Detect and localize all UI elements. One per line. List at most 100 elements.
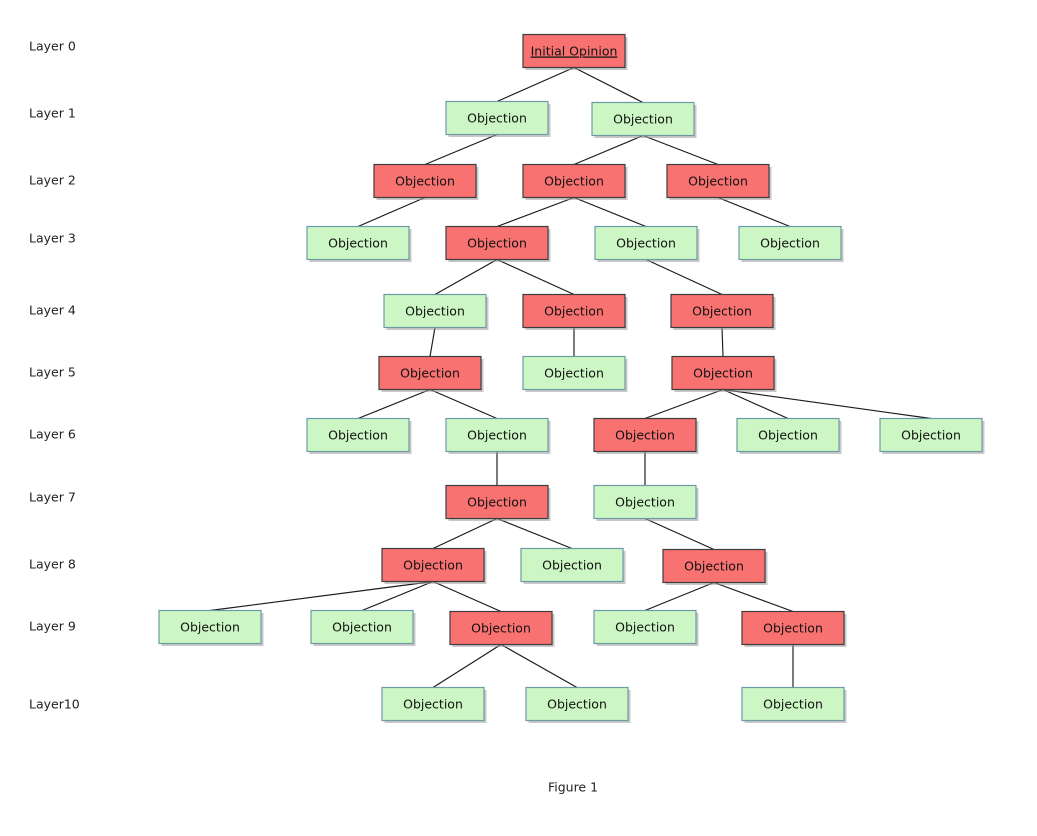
tree-edge [432, 644, 502, 688]
objection-node[interactable]: Objection [741, 610, 847, 648]
node-label: Objection [613, 112, 673, 127]
node-label: Objection [542, 558, 602, 573]
tree-edge [496, 66, 575, 103]
node-label: Objection [332, 620, 392, 635]
node-label: Objection [547, 697, 607, 712]
objection-node[interactable]: Objection [445, 225, 551, 263]
objection-node[interactable]: Objection [593, 417, 699, 455]
node-label: Objection [763, 697, 823, 712]
nodes-group: Initial Opinion Objection Objection Objecti… [158, 33, 985, 724]
objection-node[interactable]: Objection [522, 293, 628, 331]
tree-edge [434, 258, 498, 296]
objection-node[interactable]: Objection [666, 163, 772, 201]
node-label: Objection [901, 428, 961, 443]
node-label: Objection [467, 236, 527, 251]
node-label: Objection [400, 366, 460, 381]
objection-node[interactable]: Objection [449, 610, 555, 648]
objection-node[interactable]: Objection [670, 293, 776, 331]
objection-tree-diagram: Initial Opinion Objection Objection Objecti… [29, 33, 985, 795]
node-label: Objection [467, 495, 527, 510]
layer-labels-group: Layer 0 Layer 1 Layer 2 Layer 3 Layer 4 Layer… [29, 39, 80, 712]
node-label: Objection [180, 620, 240, 635]
node-label: Objection [405, 304, 465, 319]
objection-node[interactable]: Objection [520, 547, 626, 585]
objection-node[interactable]: Objection [373, 163, 479, 201]
objection-node[interactable]: Objection [522, 355, 628, 393]
layer-label-layer-0: Layer 0 [29, 39, 76, 54]
tree-edge [496, 517, 573, 550]
node-label: Objection [471, 621, 531, 636]
layer-label-layer-10: Layer10 [29, 697, 80, 712]
node-label: Objection [616, 236, 676, 251]
node-label: Objection [615, 620, 675, 635]
tree-edge [721, 327, 724, 357]
layer-label-layer-2: Layer 2 [29, 173, 76, 188]
tree-edge [357, 388, 431, 420]
objection-node[interactable]: Objection [306, 225, 412, 263]
initial-opinion-node[interactable]: Initial Opinion [522, 33, 628, 71]
node-label: Objection [328, 428, 388, 443]
tree-edge [644, 581, 715, 612]
node-label: Objection [395, 174, 455, 189]
layer-label-layer-6: Layer 6 [29, 427, 76, 442]
node-label: Objection [467, 111, 527, 126]
objection-node[interactable]: Objection [522, 163, 628, 201]
tree-edge [432, 580, 502, 613]
node-label: Objection [758, 428, 818, 443]
objection-node[interactable]: Objection [445, 100, 551, 138]
tree-edge [424, 133, 498, 166]
objection-node[interactable]: Objection [306, 417, 412, 455]
tree-edge [432, 517, 498, 550]
objection-node[interactable]: Objection [381, 547, 487, 585]
node-label: Objection [615, 428, 675, 443]
node-label: Objection [403, 558, 463, 573]
node-label: Objection [688, 174, 748, 189]
objection-node[interactable]: Objection [525, 686, 631, 724]
objection-node[interactable]: Objection [738, 225, 844, 263]
tree-edge [496, 196, 575, 228]
objection-node[interactable]: Objection [879, 417, 985, 455]
tree-edge [429, 327, 436, 357]
objection-node[interactable]: Objection [671, 355, 777, 393]
layer-label-layer-4: Layer 4 [29, 303, 76, 318]
node-label: Objection [467, 428, 527, 443]
node-label: Objection [544, 304, 604, 319]
tree-edge [209, 580, 434, 612]
objection-node[interactable]: Objection [383, 293, 489, 331]
objection-node[interactable]: Objection [662, 548, 768, 586]
layer-label-layer-8: Layer 8 [29, 557, 76, 572]
node-label: Objection [684, 559, 744, 574]
figure-caption: Figure 1 [548, 780, 598, 795]
objection-node[interactable]: Objection [736, 417, 842, 455]
node-label: Objection [328, 236, 388, 251]
objection-node[interactable]: Objection [158, 609, 264, 647]
objection-node[interactable]: Objection [591, 101, 697, 139]
layer-label-layer-9: Layer 9 [29, 619, 76, 634]
objection-node[interactable]: Objection [445, 417, 551, 455]
tree-edge [644, 388, 724, 420]
tree-edge [429, 388, 498, 420]
layer-label-layer-7: Layer 7 [29, 490, 76, 505]
objection-node[interactable]: Objection [445, 484, 551, 522]
layer-label-layer-3: Layer 3 [29, 231, 76, 246]
tree-edge [717, 196, 791, 228]
node-label: Objection [760, 236, 820, 251]
tree-edge [500, 643, 578, 689]
objection-node[interactable]: Objection [310, 609, 416, 647]
node-label: Objection [692, 304, 752, 319]
objection-node[interactable]: Objection [593, 484, 699, 522]
tree-edge [357, 196, 426, 228]
figure-container: Initial Opinion Objection Objection Objecti… [0, 0, 1037, 836]
objection-node[interactable]: Objection [381, 686, 487, 724]
node-label: Objection [693, 366, 753, 381]
node-label: Objection [763, 621, 823, 636]
tree-edge [573, 196, 647, 228]
tree-edge [573, 66, 644, 104]
objection-node[interactable]: Objection [741, 686, 847, 724]
node-label: Objection [615, 495, 675, 510]
tree-edge [713, 581, 794, 613]
objection-node[interactable]: Objection [378, 355, 484, 393]
tree-edge [642, 134, 719, 166]
objection-node[interactable]: Objection [593, 609, 699, 647]
objection-node[interactable]: Objection [594, 225, 700, 263]
